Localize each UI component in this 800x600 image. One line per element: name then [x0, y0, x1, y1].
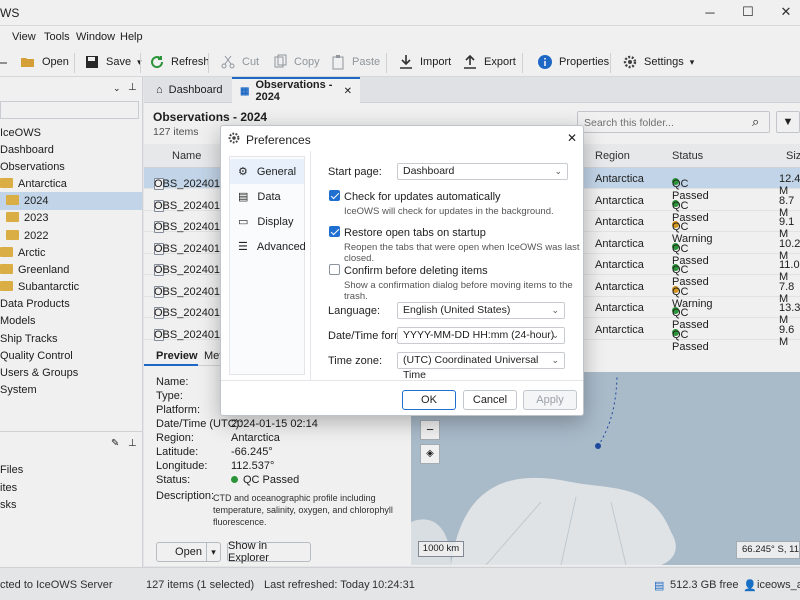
restore-tabs-hint: Reopen the tabs that were open when IceO…	[344, 242, 580, 264]
nav-display[interactable]: ▭ Display	[230, 209, 304, 234]
timezone-label: Time zone:	[328, 355, 383, 367]
start-page-select[interactable]: Dashboard ⌄	[397, 163, 568, 180]
nav-data[interactable]: ▤ Data	[230, 184, 304, 209]
database-icon: ▤	[238, 191, 249, 203]
divider	[310, 151, 311, 380]
gear-icon: ⚙	[238, 166, 248, 178]
preferences-nav: ⚙ General ▤ Data ▭ Display ☰ Advanced	[229, 156, 306, 375]
confirm-delete-checkbox[interactable]	[329, 264, 340, 275]
ok-button[interactable]: OK	[402, 390, 456, 410]
restore-tabs-checkbox[interactable]	[329, 226, 340, 237]
chevron-down-icon: ⌄	[551, 305, 559, 315]
divider	[221, 380, 583, 381]
dialog-close-icon[interactable]: ✕	[567, 131, 577, 145]
nav-general[interactable]: ⚙ General	[230, 159, 304, 184]
monitor-icon: ▭	[238, 216, 249, 228]
cancel-button[interactable]: Cancel	[463, 390, 517, 410]
gear-icon	[228, 132, 240, 144]
chevron-down-icon: ⌄	[551, 355, 559, 365]
confirm-delete-label: Confirm before deleting items	[344, 265, 488, 277]
apply-button[interactable]: Apply	[523, 390, 577, 410]
preferences-dialog: Preferences ✕ ⚙ General ▤ Data ▭ Display…	[220, 125, 584, 416]
datetime-format-select[interactable]: YYYY-MM-DD HH:mm (24-hour) ⌄	[397, 327, 565, 344]
confirm-delete-hint: Show a confirmation dialog before moving…	[344, 280, 573, 302]
nav-advanced[interactable]: ☰ Advanced	[230, 234, 306, 259]
check-updates-checkbox[interactable]	[329, 190, 340, 201]
chevron-down-icon: ⌄	[551, 330, 559, 340]
dialog-title: Preferences	[246, 133, 311, 147]
timezone-select[interactable]: (UTC) Coordinated Universal Time ⌄	[397, 352, 565, 381]
language-label: Language:	[328, 305, 380, 317]
sliders-icon: ☰	[238, 241, 248, 253]
language-select[interactable]: English (United States) ⌄	[397, 302, 565, 319]
check-updates-label: Check for updates automatically	[344, 191, 501, 203]
chevron-down-icon: ⌄	[554, 166, 562, 176]
check-updates-hint: IceOWS will check for updates in the bac…	[344, 206, 554, 217]
start-page-label: Start page:	[328, 166, 382, 178]
restore-tabs-label: Restore open tabs on startup	[344, 227, 486, 239]
